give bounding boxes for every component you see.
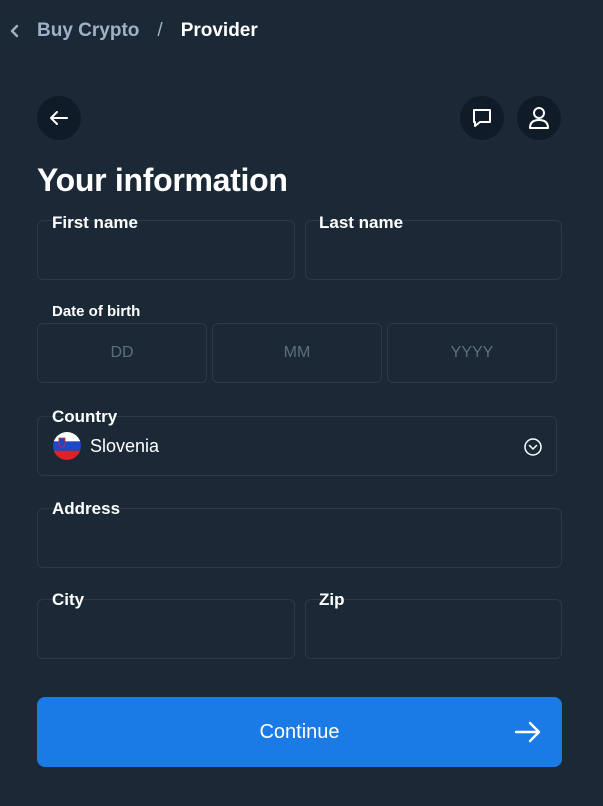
city-label: City	[52, 590, 85, 609]
address-label: Address	[52, 499, 121, 518]
slovenia-flag-icon	[53, 432, 81, 460]
breadcrumb-separator: /	[157, 20, 163, 41]
back-button[interactable]	[37, 96, 81, 140]
breadcrumb-buy-crypto-link[interactable]: Buy Crypto	[37, 20, 139, 42]
last-name-label: Last name	[319, 213, 404, 232]
chat-button[interactable]	[460, 96, 504, 140]
chat-bubble-icon	[473, 109, 491, 127]
profile-button[interactable]	[517, 96, 561, 140]
continue-button[interactable]: Continue	[37, 697, 562, 767]
continue-button-label: Continue	[259, 720, 340, 743]
breadcrumb-current: Provider	[180, 20, 258, 41]
dob-month-input[interactable]: MM	[212, 323, 382, 383]
breadcrumb: Buy Crypto / Provider	[10, 18, 258, 44]
date-of-birth-label: Date of birth	[52, 303, 141, 320]
country-value: Slovenia	[90, 436, 160, 456]
country-label: Country	[52, 407, 118, 426]
first-name-label: First name	[52, 213, 138, 232]
dob-year-input[interactable]: YYYY	[387, 323, 557, 383]
arrow-right-icon	[514, 721, 541, 743]
dob-day-input[interactable]: DD	[37, 323, 207, 383]
zip-label: Zip	[319, 590, 345, 609]
page-title: Your information	[37, 162, 288, 198]
chevron-down-icon[interactable]	[523, 437, 543, 457]
arrow-left-icon	[50, 111, 68, 125]
user-icon	[529, 107, 549, 129]
chevron-left-icon[interactable]	[10, 23, 22, 39]
